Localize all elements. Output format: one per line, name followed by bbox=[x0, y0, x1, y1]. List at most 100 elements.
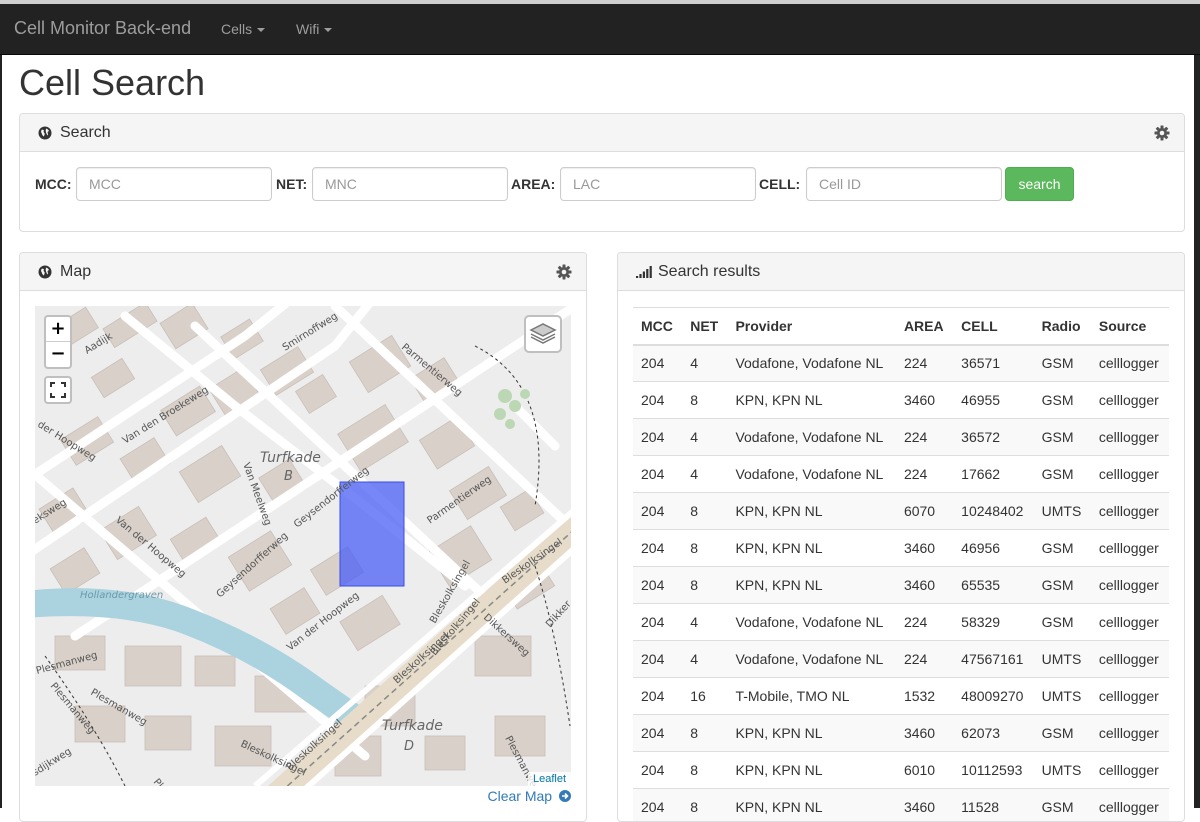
table-row[interactable]: 2044Vodafone, Vodafone NL22417662GSMcell… bbox=[633, 456, 1169, 493]
results-body: 2044Vodafone, Vodafone NL22436571GSMcell… bbox=[633, 345, 1169, 822]
col-header-net[interactable]: NET bbox=[682, 308, 727, 345]
map-label: sdijkweg bbox=[35, 746, 74, 778]
results-header-row: MCC NET Provider AREA CELL Radio Source bbox=[633, 308, 1169, 345]
col-header-source[interactable]: Source bbox=[1091, 308, 1169, 345]
table-row[interactable]: 2048KPN, KPN NL346011528GSMcelllogger bbox=[633, 789, 1169, 822]
table-row[interactable]: 20416T-Mobile, TMO NL153248009270UMTScel… bbox=[633, 678, 1169, 715]
window-edge-left bbox=[0, 55, 2, 808]
gear-icon[interactable] bbox=[1154, 125, 1170, 141]
nav-menu-wifi[interactable]: Wifi bbox=[296, 21, 332, 37]
table-row[interactable]: 2048KPN, KPN NL346065535GSMcelllogger bbox=[633, 567, 1169, 604]
clear-map-link[interactable]: Clear Map bbox=[488, 788, 571, 804]
net-label: NET: bbox=[276, 176, 307, 192]
cell-cell: 46956 bbox=[953, 530, 1033, 567]
zoom-control: + − bbox=[44, 315, 72, 369]
cell-net: 16 bbox=[682, 678, 727, 715]
map-label: D bbox=[404, 739, 414, 754]
cell-mcc: 204 bbox=[633, 419, 682, 456]
cell-cell: 47567161 bbox=[953, 641, 1033, 678]
cell-area: 3460 bbox=[896, 530, 953, 567]
table-row[interactable]: 2048KPN, KPN NL601010112593UMTScelllogge… bbox=[633, 752, 1169, 789]
cell-area: 6070 bbox=[896, 493, 953, 530]
cell-radio: GSM bbox=[1034, 345, 1091, 382]
cell-mcc: 204 bbox=[633, 345, 682, 382]
cell-provider: KPN, KPN NL bbox=[727, 567, 896, 604]
cell-provider: Vodafone, Vodafone NL bbox=[727, 641, 896, 678]
cell-area: 3460 bbox=[896, 567, 953, 604]
cell-provider: KPN, KPN NL bbox=[727, 493, 896, 530]
map-label: B bbox=[284, 469, 293, 484]
cell-area: 224 bbox=[896, 345, 953, 382]
cell-radio: UMTS bbox=[1034, 641, 1091, 678]
cell-provider: KPN, KPN NL bbox=[727, 752, 896, 789]
cell-mcc: 204 bbox=[633, 456, 682, 493]
col-header-area[interactable]: AREA bbox=[896, 308, 953, 345]
cell-net: 4 bbox=[682, 604, 727, 641]
col-header-cell[interactable]: CELL bbox=[953, 308, 1033, 345]
globe-icon bbox=[38, 126, 52, 140]
cell-net: 4 bbox=[682, 419, 727, 456]
col-header-radio[interactable]: Radio bbox=[1034, 308, 1091, 345]
cell-provider: Vodafone, Vodafone NL bbox=[727, 419, 896, 456]
cell-id-input[interactable] bbox=[806, 167, 1002, 201]
navbar: Cell Monitor Back-end Cells Wifi bbox=[0, 0, 1200, 55]
cell-radio: GSM bbox=[1034, 789, 1091, 822]
search-button[interactable]: search bbox=[1005, 167, 1074, 201]
layers-button[interactable] bbox=[524, 315, 562, 353]
table-row[interactable]: 2048KPN, KPN NL607010248402UMTScelllogge… bbox=[633, 493, 1169, 530]
gear-icon[interactable] bbox=[556, 264, 572, 280]
cell-net: 8 bbox=[682, 493, 727, 530]
cell-cell: 11528 bbox=[953, 789, 1033, 822]
caret-down-icon bbox=[324, 28, 332, 32]
cell-source: celllogger bbox=[1091, 493, 1169, 530]
cell-area: 224 bbox=[896, 604, 953, 641]
cell-radio: GSM bbox=[1034, 604, 1091, 641]
cell-source: celllogger bbox=[1091, 752, 1169, 789]
cell-cell: 36571 bbox=[953, 345, 1033, 382]
map-label: Turfkade bbox=[382, 718, 443, 734]
table-row[interactable]: 2044Vodafone, Vodafone NL22458329GSMcell… bbox=[633, 604, 1169, 641]
cell-provider: Vodafone, Vodafone NL bbox=[727, 345, 896, 382]
cell-net: 4 bbox=[682, 345, 727, 382]
search-panel-heading: Search bbox=[20, 114, 1184, 152]
table-row[interactable]: 2048KPN, KPN NL346046955GSMcelllogger bbox=[633, 382, 1169, 419]
cell-radio: GSM bbox=[1034, 456, 1091, 493]
cell-radio: GSM bbox=[1034, 715, 1091, 752]
search-panel: Search MCC: NET: AREA: CELL: search bbox=[19, 113, 1185, 232]
cell-provider: KPN, KPN NL bbox=[727, 382, 896, 419]
page-title: Cell Search bbox=[19, 62, 205, 104]
map-canvas[interactable]: Aadijk Smirnoffweg Parmentierweg Van den… bbox=[35, 306, 571, 786]
cell-provider: KPN, KPN NL bbox=[727, 789, 896, 822]
cell-provider: Vodafone, Vodafone NL bbox=[727, 456, 896, 493]
col-header-mcc[interactable]: MCC bbox=[633, 308, 682, 345]
net-input[interactable] bbox=[312, 167, 508, 201]
table-row[interactable]: 2048KPN, KPN NL346062073GSMcelllogger bbox=[633, 715, 1169, 752]
cell-source: celllogger bbox=[1091, 419, 1169, 456]
cell-source: celllogger bbox=[1091, 641, 1169, 678]
area-input[interactable] bbox=[560, 167, 756, 201]
table-row[interactable]: 2044Vodafone, Vodafone NL22447567161UMTS… bbox=[633, 641, 1169, 678]
nav-menu-cells[interactable]: Cells bbox=[221, 21, 265, 37]
table-row[interactable]: 2048KPN, KPN NL346046956GSMcelllogger bbox=[633, 530, 1169, 567]
leaflet-attribution-link[interactable]: Leaflet bbox=[528, 772, 571, 786]
map-label: Ple bbox=[151, 777, 169, 786]
zoom-in-button[interactable]: + bbox=[46, 317, 70, 342]
cell-mcc: 204 bbox=[633, 678, 682, 715]
cell-radio: UMTS bbox=[1034, 678, 1091, 715]
table-row[interactable]: 2044Vodafone, Vodafone NL22436571GSMcell… bbox=[633, 345, 1169, 382]
cell-cell: 46955 bbox=[953, 382, 1033, 419]
fullscreen-button[interactable] bbox=[44, 376, 72, 404]
cell-area: 3460 bbox=[896, 382, 953, 419]
col-header-provider[interactable]: Provider bbox=[727, 308, 896, 345]
zoom-out-button[interactable]: − bbox=[46, 342, 70, 367]
cell-area: 6010 bbox=[896, 752, 953, 789]
map-panel: Map bbox=[19, 252, 587, 822]
caret-down-icon bbox=[257, 28, 265, 32]
navbar-brand[interactable]: Cell Monitor Back-end bbox=[14, 18, 191, 39]
map-label: Dikker bbox=[544, 598, 571, 630]
cell-area: 3460 bbox=[896, 715, 953, 752]
table-row[interactable]: 2044Vodafone, Vodafone NL22436572GSMcell… bbox=[633, 419, 1169, 456]
mcc-input[interactable] bbox=[76, 167, 272, 201]
cell-mcc: 204 bbox=[633, 752, 682, 789]
cell-area: 1532 bbox=[896, 678, 953, 715]
